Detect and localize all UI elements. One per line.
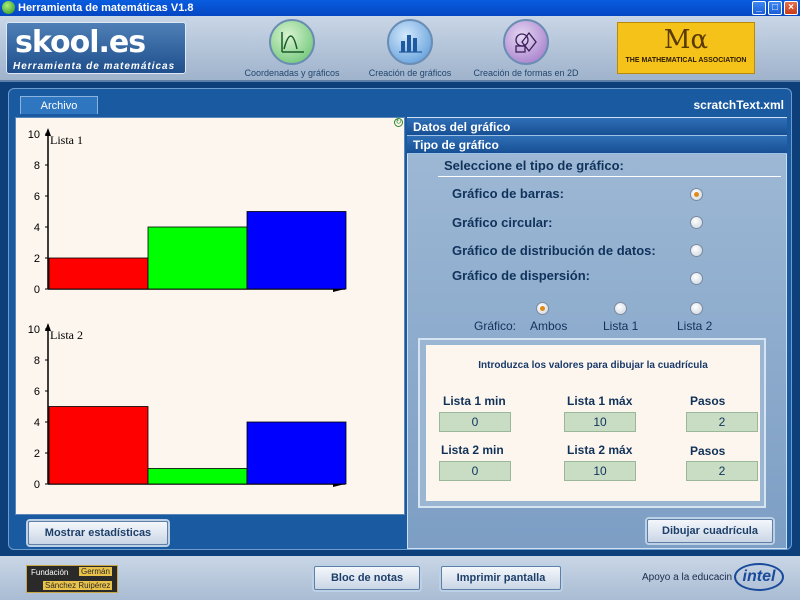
tab-archivo[interactable]: Archivo (20, 96, 98, 114)
nav-creacion-graficos[interactable]: Creación de gráficos (360, 19, 460, 78)
radio-circular[interactable] (690, 216, 703, 229)
skool-logo: skool.es Herramienta de matemáticas (6, 22, 186, 74)
draw-grid-button[interactable]: Dibujar cuadrícula (647, 519, 773, 543)
bar (147, 468, 248, 485)
pasos2-field[interactable]: 2 (686, 461, 758, 481)
nav-coordenadas[interactable]: Coordenadas y gráficos (238, 19, 346, 78)
lista1-min-label: Lista 1 min (443, 394, 506, 408)
y-tick-label: 4 (34, 417, 40, 429)
coordinate-graph-icon (269, 19, 315, 65)
chart-type-title: Seleccione el tipo de gráfico: (444, 158, 624, 173)
mathematical-association-logo[interactable]: Mα THE MATHEMATICAL ASSOCIATION (617, 22, 755, 74)
grid-settings-title: Introduzca los valores para dibujar la c… (478, 360, 708, 371)
intel-logo: intel (734, 563, 784, 591)
lista-2-label: Lista 2 (677, 319, 713, 333)
radio-lista-2[interactable] (690, 302, 703, 315)
divider (438, 176, 781, 177)
bar (246, 421, 347, 485)
grafico-label: Gráfico: (474, 319, 517, 333)
y-tick-label: 10 (28, 129, 40, 141)
shapes-icon (503, 19, 549, 65)
lista2-max-label: Lista 2 máx (567, 443, 633, 457)
lista1-min-field[interactable]: 0 (439, 412, 511, 432)
window-title: Herramienta de matemáticas V1.8 (18, 2, 194, 14)
bar-charts: 0 2 4 6 8 10 Lista 1 0 2 4 6 8 10 Lista 2 (28, 128, 347, 491)
lista1-max-label: Lista 1 máx (567, 394, 633, 408)
bar (48, 406, 149, 485)
bar (147, 226, 248, 290)
title-bar: Herramienta de matemáticas V1.8 _ □ × (0, 0, 800, 16)
bar (48, 257, 149, 290)
pasos1-label: Pasos (690, 394, 726, 408)
fund-text-c: Sánchez Ruipérez (43, 581, 113, 590)
radio-barras[interactable] (690, 188, 703, 201)
fund-text-a: Fundación (31, 568, 69, 577)
logo-text: skool.es (15, 25, 146, 60)
option-dispersion-label: Gráfico de dispersión: (452, 268, 590, 283)
nav-formas-2d[interactable]: Creación de formas en 2D (464, 19, 588, 78)
chart-title: Lista 1 (50, 133, 83, 147)
y-tick-label: 2 (34, 448, 40, 460)
y-tick-label: 10 (28, 324, 40, 336)
radio-dispersion[interactable] (690, 272, 703, 285)
maximize-button[interactable]: □ (768, 1, 782, 15)
section-tipo-grafico[interactable]: Tipo de gráfico (407, 136, 787, 154)
lista2-min-field[interactable]: 0 (439, 461, 511, 481)
close-button[interactable]: × (784, 1, 798, 15)
pasos1-field[interactable]: 2 (686, 412, 758, 432)
chart-title: Lista 2 (50, 328, 83, 342)
show-statistics-button[interactable]: Mostrar estadísticas (28, 521, 168, 545)
radio-ambos[interactable] (536, 302, 549, 315)
fundacion-logo: Fundación Germán Sánchez Ruipérez (26, 565, 118, 593)
y-tick-label: 4 (34, 222, 40, 234)
nav-label: Creación de gráficos (368, 68, 452, 78)
option-barras-label: Gráfico de barras: (452, 186, 564, 201)
y-tick-label: 2 (34, 253, 40, 265)
y-tick-label: 0 (34, 479, 40, 491)
fund-text-b: Germán (79, 567, 112, 576)
minimize-button[interactable]: _ (752, 1, 766, 15)
nav-label: Coordenadas y gráficos (244, 68, 340, 78)
logo-subtitle: Herramienta de matemáticas (13, 61, 176, 72)
option-circular-label: Gráfico circular: (452, 215, 553, 230)
ambos-label: Ambos (530, 319, 568, 333)
radio-lista-1[interactable] (614, 302, 627, 315)
apoyo-text: Apoyo a la educacin (642, 572, 733, 583)
notepad-button[interactable]: Bloc de notas (314, 566, 420, 590)
lista2-max-field[interactable]: 10 (564, 461, 636, 481)
lista-1-label: Lista 1 (603, 319, 639, 333)
lista1-max-field[interactable]: 10 (564, 412, 636, 432)
y-tick-label: 0 (34, 284, 40, 296)
y-tick-label: 8 (34, 160, 40, 172)
y-tick-label: 6 (34, 386, 40, 398)
y-tick-label: 6 (34, 191, 40, 203)
section-datos-grafico[interactable]: Datos del gráfico (407, 118, 787, 136)
bar (246, 211, 347, 290)
file-name: scratchText.xml (693, 98, 785, 112)
print-screen-button[interactable]: Imprimir pantalla (441, 566, 561, 590)
math-assoc-text: THE MATHEMATICAL ASSOCIATION (625, 57, 747, 64)
radio-distribucion[interactable] (690, 244, 703, 257)
lista2-min-label: Lista 2 min (441, 443, 504, 457)
app-icon (2, 1, 15, 14)
y-tick-label: 8 (34, 355, 40, 367)
nav-label: Creación de formas en 2D (473, 68, 579, 78)
pasos2-label: Pasos (690, 444, 726, 458)
top-toolbar: skool.es Herramienta de matemáticas Coor… (0, 16, 800, 82)
bar-chart-icon (387, 19, 433, 65)
math-assoc-mark: Mα (663, 25, 709, 55)
option-distribucion-label: Gráfico de distribución de datos: (452, 243, 656, 258)
